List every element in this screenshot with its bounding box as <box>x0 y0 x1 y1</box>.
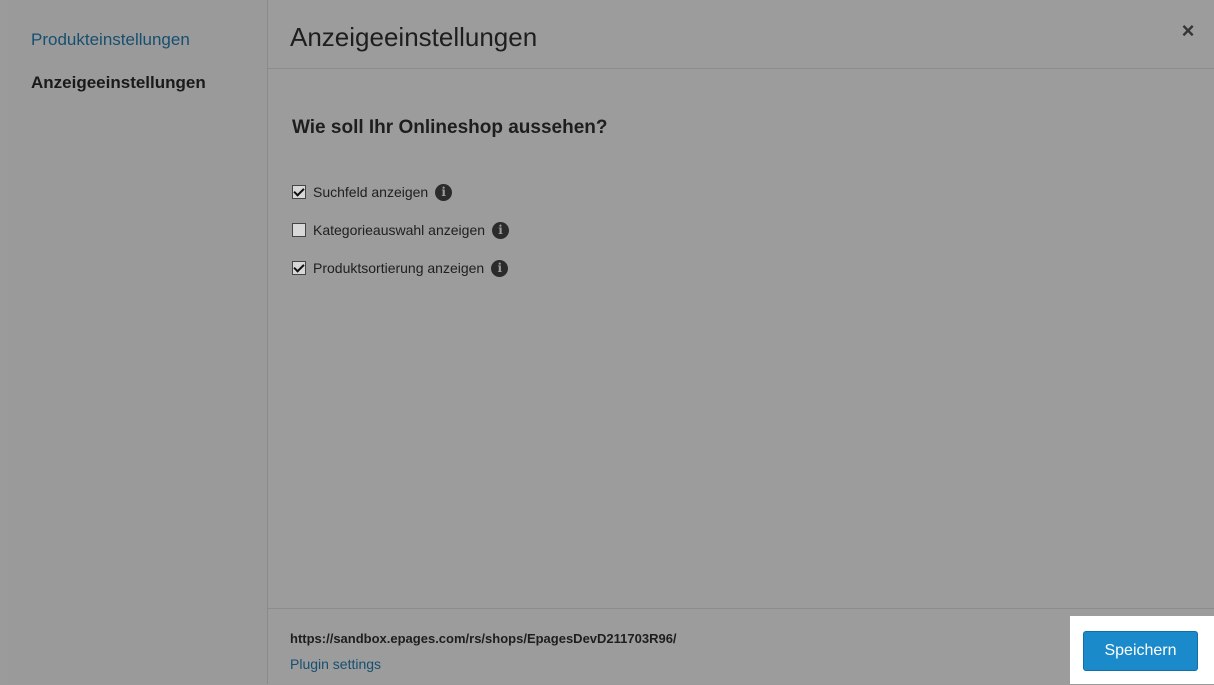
checkbox-kategorieauswahl[interactable] <box>292 223 306 237</box>
option-label: Suchfeld anzeigen <box>313 184 429 200</box>
option-suchfeld[interactable]: Suchfeld anzeigen i <box>292 182 453 202</box>
option-produktsortierung[interactable]: Produktsortierung anzeigen i <box>292 258 509 278</box>
checkbox-produktsortierung[interactable] <box>292 261 306 275</box>
option-kategorieauswahl[interactable]: Kategorieauswahl anzeigen i <box>292 220 510 240</box>
settings-dialog: Produkteinstellungen Anzeigeeinstellunge… <box>0 0 1214 684</box>
info-icon[interactable]: i <box>435 183 453 201</box>
plugin-settings-link[interactable]: Plugin settings <box>290 656 381 672</box>
dialog-header: Anzeigeeinstellungen × <box>268 0 1214 69</box>
info-icon[interactable]: i <box>492 221 510 239</box>
section-title: Wie soll Ihr Onlineshop aussehen? <box>292 117 608 138</box>
info-icon[interactable]: i <box>491 259 509 277</box>
option-label: Produktsortierung anzeigen <box>313 260 485 276</box>
sidebar-item-anzeigeeinstellungen[interactable]: Anzeigeeinstellungen <box>31 73 206 93</box>
sidebar-item-produkteinstellungen[interactable]: Produkteinstellungen <box>31 30 190 50</box>
page-title: Anzeigeeinstellungen <box>290 22 538 52</box>
checkbox-suchfeld[interactable] <box>292 185 306 199</box>
sidebar: Produkteinstellungen Anzeigeeinstellunge… <box>8 0 268 684</box>
save-button[interactable]: Speichern <box>1083 631 1198 671</box>
main-panel: Anzeigeeinstellungen × Wie soll Ihr Onli… <box>268 0 1214 684</box>
close-icon[interactable]: × <box>1178 20 1198 42</box>
option-label: Kategorieauswahl anzeigen <box>313 222 486 238</box>
shop-url: https://sandbox.epages.com/rs/shops/Epag… <box>290 631 677 646</box>
